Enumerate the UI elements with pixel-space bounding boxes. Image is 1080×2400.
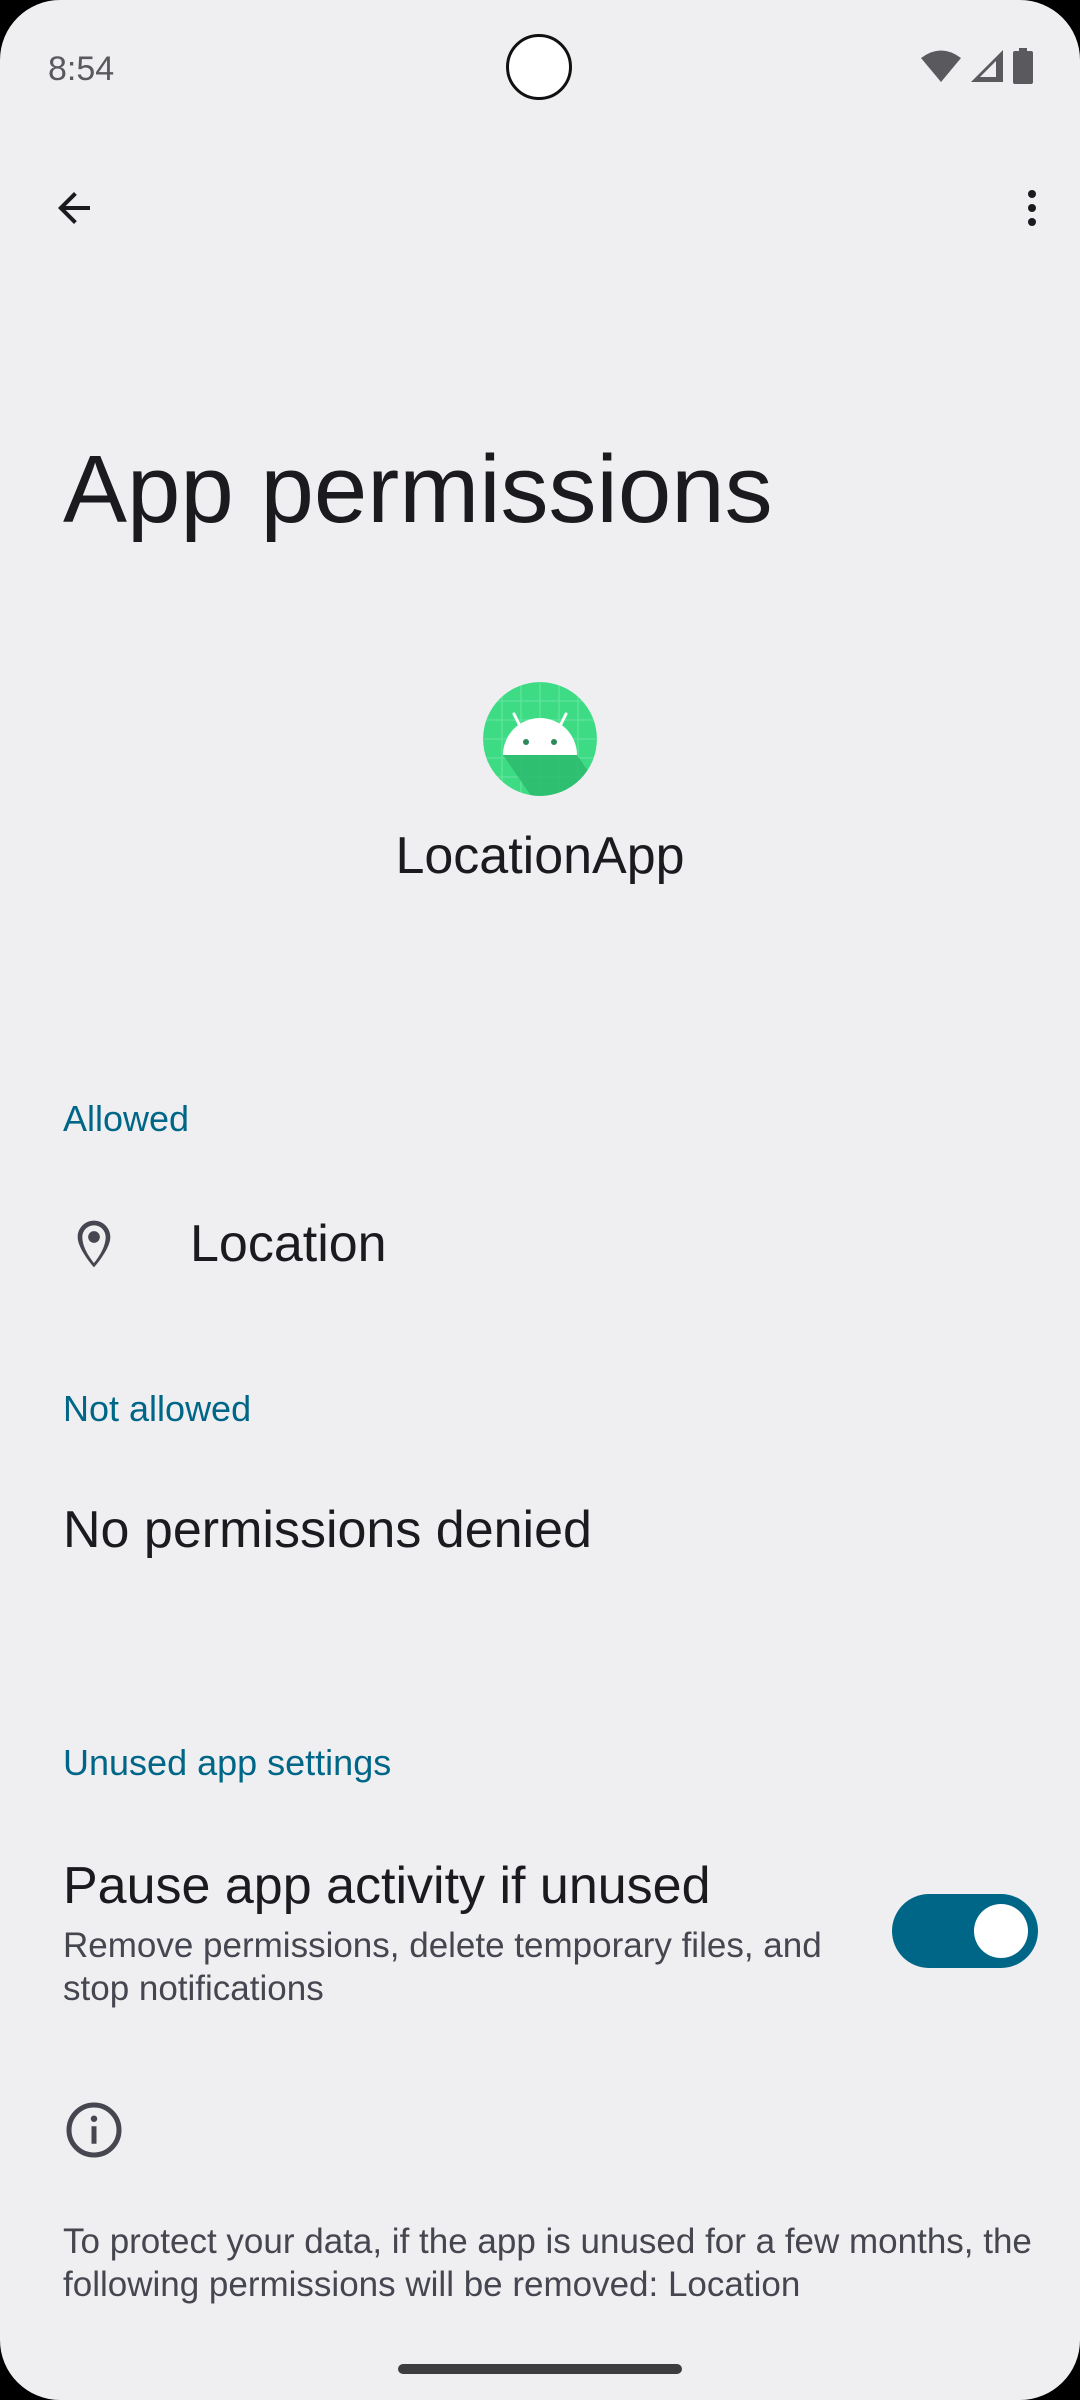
signal-icon <box>971 50 1003 82</box>
info-icon <box>66 2102 122 2158</box>
page-title: App permissions <box>63 436 773 543</box>
camera-cutout <box>506 34 572 100</box>
not-allowed-section-header: Not allowed <box>63 1388 252 1429</box>
permission-item-location[interactable]: Location <box>0 1176 1080 1312</box>
location-pin-icon <box>66 1216 122 1272</box>
unused-app-settings-header: Unused app settings <box>63 1742 392 1783</box>
wifi-icon <box>921 50 961 82</box>
gesture-nav-handle[interactable] <box>398 2364 682 2374</box>
allowed-section-header: Allowed <box>63 1098 190 1139</box>
more-vert-icon <box>1028 190 1036 226</box>
app-name: LocationApp <box>395 827 685 885</box>
app-permissions-screen: 8:54 App permissions LocationApp Allowed… <box>0 0 1080 2400</box>
arrow-back-icon <box>58 192 90 224</box>
no-permissions-denied-text: No permissions denied <box>63 1501 592 1559</box>
footer-info-text: To protect your data, if the app is unus… <box>63 2222 1032 2304</box>
pause-app-activity-toggle[interactable] <box>892 1894 1038 1968</box>
permission-label: Location <box>190 1215 387 1273</box>
status-time: 8:54 <box>48 50 115 88</box>
more-options-button[interactable] <box>984 160 1080 256</box>
back-button[interactable] <box>26 160 122 256</box>
android-app-icon <box>483 682 597 796</box>
battery-icon <box>1013 48 1033 84</box>
status-icons <box>920 48 1034 84</box>
pause-app-activity-title: Pause app activity if unused <box>63 1857 711 1915</box>
pause-app-activity-summary: Remove permissions, delete temporary fil… <box>63 1926 822 2008</box>
toggle-thumb <box>974 1904 1028 1958</box>
